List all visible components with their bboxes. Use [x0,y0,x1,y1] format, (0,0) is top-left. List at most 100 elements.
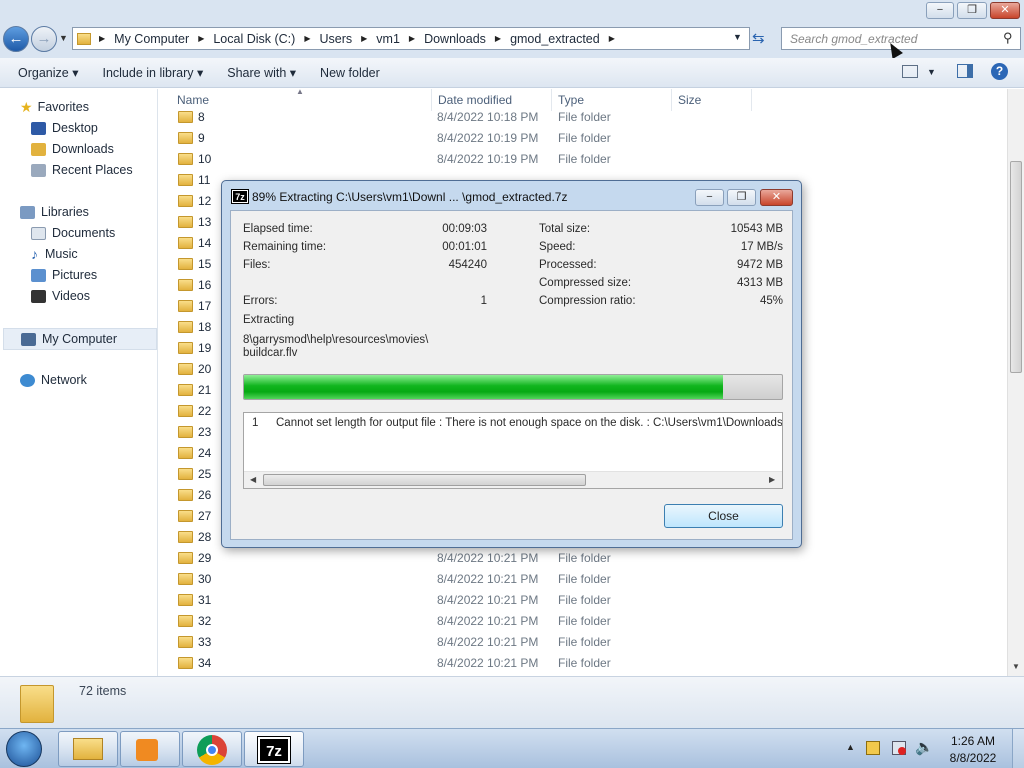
address-bar[interactable]: ▶ My Computer ▶ Local Disk (C:) ▶ Users ▶ v… [72,27,750,50]
vertical-scrollbar[interactable]: ▼ [1007,89,1024,676]
clock-date[interactable]: 8/8/2022 [944,751,1002,765]
file-row[interactable]: 10 8/4/2022 10:19 PM File folder [159,149,1007,170]
scroll-left-arrow[interactable]: ◀ [250,475,256,484]
taskbar: 7z ▲ 🔈 1:26 AM 8/8/2022 [0,728,1024,768]
horizontal-scrollbar[interactable]: ◀ ▶ [244,471,782,488]
breadcrumb-my-computer[interactable]: My Computer [114,32,189,46]
remaining-label: Remaining time: [243,241,327,253]
scroll-down-arrow[interactable]: ▼ [1012,662,1020,671]
music-icon: ♪ [31,246,38,262]
elapsed-value: 00:09:03 [442,223,487,235]
navigation-pane: ★ Favorites Desktop Downloads Recent Plac… [0,89,158,676]
file-name: 19 [198,341,212,355]
volume-icon[interactable]: 🔈 [915,738,934,756]
file-row[interactable]: 31 8/4/2022 10:21 PM File folder [159,590,1007,611]
forward-button[interactable]: → [31,26,57,52]
minimize-button[interactable]: − [926,2,954,19]
nav-downloads[interactable]: Downloads [31,139,114,159]
taskbar-explorer[interactable] [58,731,118,767]
folder-icon [178,111,193,123]
scroll-right-arrow[interactable]: ▶ [769,475,775,484]
file-name: 17 [198,299,212,313]
close-window-button[interactable]: ✕ [990,2,1020,19]
nav-videos[interactable]: Videos [31,286,90,306]
close-button[interactable]: Close [664,504,783,528]
maximize-button[interactable]: ❐ [957,2,987,19]
taskbar-chrome[interactable] [182,731,242,767]
share-with-button[interactable]: Share with ▾ [227,65,296,80]
nav-recent-places[interactable]: Recent Places [31,160,133,180]
taskbar-media-player[interactable] [120,731,180,767]
nav-music[interactable]: ♪ Music [31,244,78,264]
dialog-maximize-button[interactable]: ❐ [727,189,756,206]
view-options-icon[interactable] [902,65,918,78]
breadcrumb-gmod-extracted[interactable]: gmod_extracted [510,32,600,46]
dialog-minimize-button[interactable]: − [695,189,724,206]
column-header-name[interactable]: Name [177,93,209,107]
file-name: 29 [198,551,212,565]
folder-icon [178,321,193,333]
nav-my-computer[interactable]: My Computer [3,328,157,350]
address-dropdown[interactable]: ▼ [733,32,742,42]
file-name: 34 [198,656,212,670]
hscroll-thumb[interactable] [263,474,586,486]
refresh-icon[interactable]: ⇆ [752,29,765,47]
file-name: 31 [198,593,212,607]
search-input[interactable]: Search gmod_extracted [781,27,1021,50]
help-icon[interactable]: ? [991,63,1008,80]
file-row[interactable]: 33 8/4/2022 10:21 PM File folder [159,632,1007,653]
dialog-close-icon[interactable]: ✕ [760,189,793,206]
folder-icon [178,447,193,459]
recent-pages-dropdown[interactable]: ▼ [59,33,68,43]
include-in-library-button[interactable]: Include in library ▾ [102,65,203,80]
show-hidden-icons[interactable]: ▲ [846,742,855,752]
file-row[interactable]: 9 8/4/2022 10:19 PM File folder [159,128,1007,149]
folder-icon [178,132,193,144]
file-row[interactable]: 32 8/4/2022 10:21 PM File folder [159,611,1007,632]
file-row[interactable]: 34 8/4/2022 10:21 PM File folder [159,653,1007,674]
compressed-size-value: 4313 MB [736,277,783,289]
clock-time[interactable]: 1:26 AM [950,734,996,748]
nav-favorites[interactable]: ★ Favorites [20,97,89,117]
breadcrumb-vm1[interactable]: vm1 [376,32,400,46]
column-header-type[interactable]: Type [558,93,584,107]
nav-libraries[interactable]: Libraries [20,202,89,222]
column-header-size[interactable]: Size [678,93,701,107]
dialog-body: Elapsed time: 00:09:03 Remaining time: 0… [230,210,793,540]
view-options-dropdown[interactable]: ▼ [927,67,936,77]
file-row[interactable]: 30 8/4/2022 10:21 PM File folder [159,569,1007,590]
scrollbar-thumb[interactable] [1010,161,1022,373]
preview-pane-icon[interactable] [957,64,973,78]
breadcrumb-users[interactable]: Users [319,32,352,46]
taskbar-7zip[interactable]: 7z [244,731,304,767]
folder-icon [178,153,193,165]
show-desktop-button[interactable] [1012,729,1024,768]
column-header-date[interactable]: Date modified [438,93,512,107]
network-tray-icon[interactable] [892,741,906,755]
breadcrumb-downloads[interactable]: Downloads [424,32,486,46]
total-size-label: Total size: [539,223,591,235]
folder-icon [178,510,193,522]
folder-icon [178,216,193,228]
file-type: File folder [558,635,611,649]
speed-value: 17 MB/s [740,241,783,253]
action-center-icon[interactable] [866,741,880,755]
file-name: 33 [198,635,212,649]
nav-network[interactable]: Network [20,370,87,390]
new-folder-button[interactable]: New folder [320,66,380,80]
file-row[interactable]: 29 8/4/2022 10:21 PM File folder [159,548,1007,569]
back-button[interactable]: ← [3,26,29,52]
nav-desktop[interactable]: Desktop [31,118,98,138]
breadcrumb-local-disk[interactable]: Local Disk (C:) [213,32,295,46]
file-name: 11 [198,173,211,187]
organize-button[interactable]: Organize ▾ [18,65,78,80]
nav-documents[interactable]: Documents [31,223,115,243]
folder-icon [178,552,193,564]
chrome-icon [197,735,227,765]
nav-pictures[interactable]: Pictures [31,265,97,285]
search-icon[interactable]: ⚲ [1003,30,1013,46]
processed-value: 9472 MB [736,259,783,271]
start-button[interactable] [6,731,42,767]
folder-icon [77,32,91,45]
file-row[interactable]: 8 8/4/2022 10:18 PM File folder [159,107,1007,128]
